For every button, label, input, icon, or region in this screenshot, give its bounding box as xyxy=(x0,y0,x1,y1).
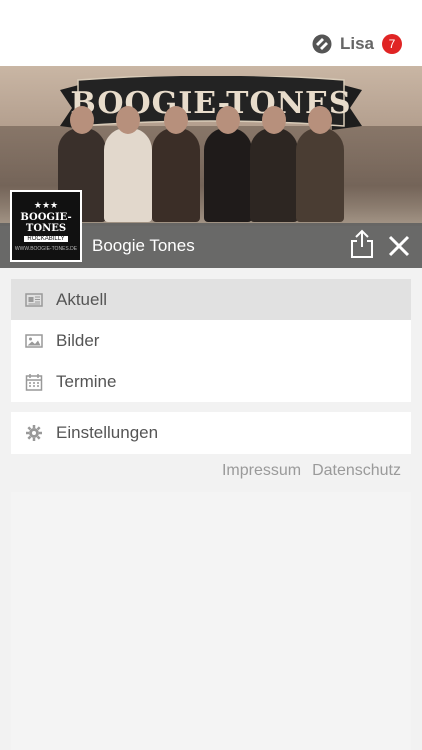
user-account[interactable]: Lisa 7 xyxy=(312,32,402,56)
menu-item-aktuell[interactable]: Aktuell xyxy=(11,279,411,320)
band-member xyxy=(152,106,200,222)
menu-item-label: Termine xyxy=(56,371,117,391)
band-member xyxy=(296,106,344,222)
band-member xyxy=(204,106,252,222)
close-icon[interactable] xyxy=(387,234,411,258)
profile-name: Boogie Tones xyxy=(92,236,195,255)
footer-links: Impressum Datenschutz xyxy=(222,462,401,484)
gear-icon xyxy=(26,425,42,441)
logo-name: BOOGIE-TONES xyxy=(20,212,72,234)
band-member-head xyxy=(116,106,140,134)
logo-stars: ★★★ xyxy=(33,200,59,210)
settings-item[interactable]: Einstellungen xyxy=(11,412,411,454)
notification-badge[interactable]: 7 xyxy=(382,34,402,54)
menu-item-label: Bilder xyxy=(56,330,100,350)
band-member-head xyxy=(164,106,188,134)
app-logo-icon xyxy=(312,34,332,54)
band-member-head xyxy=(308,106,332,134)
menu-item-termine[interactable]: Termine xyxy=(11,361,411,402)
logo-tagline: ROCKABILLY xyxy=(24,236,68,242)
settings-label: Einstellungen xyxy=(56,423,159,442)
menu-item-label: Aktuell xyxy=(56,289,108,309)
logo-url: WWW.BOOGIE-TONES.DE xyxy=(14,246,78,252)
menu-item-bilder[interactable]: Bilder xyxy=(11,320,411,361)
band-member-head xyxy=(262,106,286,134)
user-name: Lisa xyxy=(339,34,374,53)
datenschutz-link[interactable]: Datenschutz xyxy=(312,462,401,484)
band-member xyxy=(104,106,152,222)
calendar-icon xyxy=(25,373,43,391)
image-icon xyxy=(25,333,43,348)
band-logo: ★★★ BOOGIE-TONES ROCKABILLY WWW.BOOGIE-T… xyxy=(10,190,82,262)
band-member xyxy=(250,106,298,222)
impressum-link[interactable]: Impressum xyxy=(222,462,301,484)
nav-menu: Aktuell Bilder Termine xyxy=(11,279,411,402)
share-icon[interactable] xyxy=(349,229,375,259)
band-member-head xyxy=(70,106,94,134)
content-area xyxy=(11,492,411,750)
newspaper-icon xyxy=(25,292,43,307)
band-member-head xyxy=(216,106,240,134)
top-bar: Lisa 7 xyxy=(0,0,422,66)
